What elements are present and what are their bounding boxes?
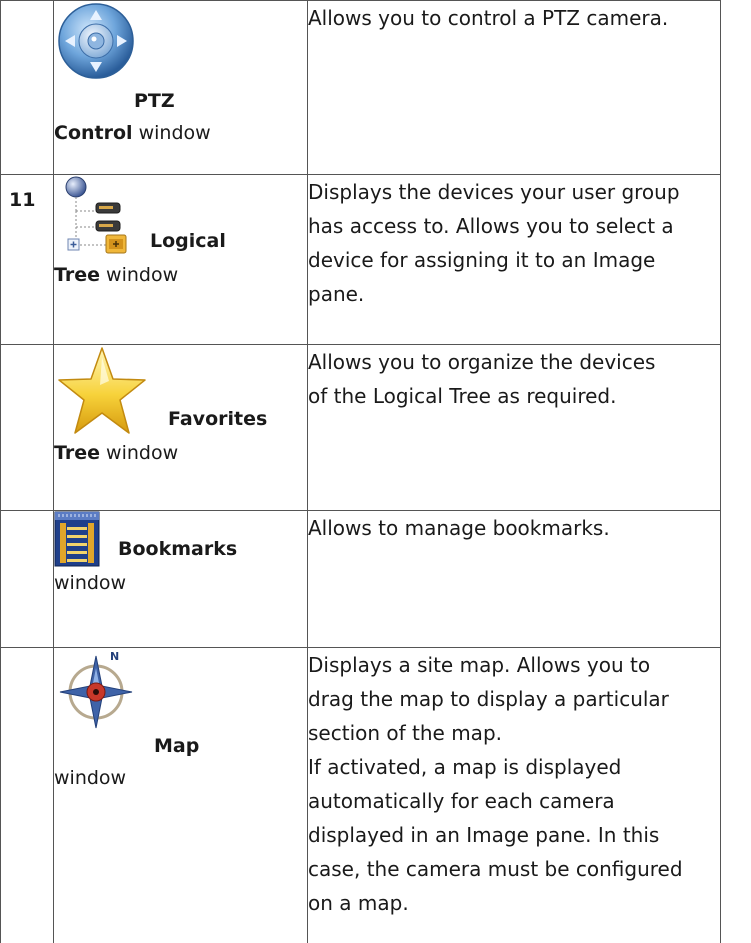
window-name-rest: window [100,442,179,464]
row-number-cell [0,344,54,511]
star-icon [58,347,146,434]
row-number: 11 [9,189,36,211]
description-line: displayed in an Image pane. In this [308,823,660,847]
compass-icon: N [59,650,133,729]
description-line: Allows to manage bookmarks. [308,516,610,540]
description-line: Allows you to organize the devices [308,350,656,374]
row-number [1,648,53,662]
row-number-cell [0,647,54,943]
window-name-bold-2: Tree [54,442,101,464]
window-name-rest: window [54,572,127,594]
description-line: on a map. [308,891,409,915]
window-name-cell: Favorites Tree window [53,344,308,511]
description-line: If activated, a map is displayed [308,755,622,779]
description-line: automatically for each camera [308,789,615,813]
description-cell: Displays the devices your user group has… [307,174,721,345]
description-line: of the Logical Tree as required. [308,384,617,408]
description-line: case, the camera must be configured [308,857,683,881]
window-name-rest: window [54,767,127,789]
window-name-bold-2: Tree [54,264,101,286]
description-line: Displays the devices your user group [308,180,680,204]
window-name-bold: Bookmarks [118,538,238,560]
window-name-bold: Map [154,735,200,757]
description-line: has access to. Allows you to select a [308,214,674,238]
row-number [1,511,53,525]
description-line: Allows you to control a PTZ camera. [308,6,669,30]
description-line: Displays a site map. Allows you to [308,653,651,677]
window-name-bold: Favorites [168,408,268,430]
table-row: PTZ Control window Allows you to control… [0,0,721,175]
table-row: 11 Logical Tree window Displays the devi… [0,174,721,345]
description-line: device for assigning it to an Image [308,248,656,272]
window-name-bold: PTZ [134,90,175,112]
description-cell: Displays a site map. Allows you to drag … [307,647,721,943]
row-number-cell [0,0,54,175]
window-name-rest: window [100,264,179,286]
description-line: drag the map to display a particular [308,687,669,711]
window-name-cell: N Map window [53,647,308,943]
description-line: section of the map. [308,721,502,745]
row-number [1,1,53,15]
window-name-bold: Logical [150,230,226,252]
window-description-table: PTZ Control window Allows you to control… [0,0,721,943]
svg-text:N: N [110,650,119,663]
description-cell: Allows you to organize the devices of th… [307,344,721,511]
row-number [1,345,53,359]
table-row: N Map window Displays a site map. Allows… [0,647,721,943]
table-row: Favorites Tree window Allows you to orga… [0,344,721,511]
row-number-cell: 11 [0,174,54,345]
window-name-cell: Bookmarks window [53,510,308,648]
bookmarks-icon [54,511,100,567]
row-number-cell [0,510,54,648]
window-name-cell: Logical Tree window [53,174,308,345]
window-name-rest: window [132,122,211,144]
logical-tree-icon [65,176,127,254]
window-name-bold-2: Control [54,122,133,144]
table-row: Bookmarks window Allows to manage bookma… [0,510,721,648]
window-name-cell: PTZ Control window [53,0,308,175]
ptz-control-icon [58,3,134,79]
description-line: pane. [308,282,365,306]
description-cell: Allows to manage bookmarks. [307,510,721,648]
description-cell: Allows you to control a PTZ camera. [307,0,721,175]
